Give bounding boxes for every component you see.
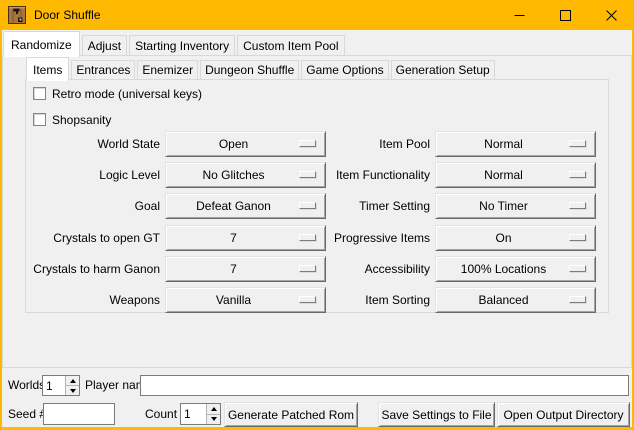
tab-dungeon-shuffle[interactable]: Dungeon Shuffle xyxy=(200,60,299,80)
open-output-directory-button[interactable]: Open Output Directory xyxy=(497,402,630,427)
maximize-button[interactable] xyxy=(542,0,588,30)
player-names-input[interactable] xyxy=(140,375,629,396)
tab-items[interactable]: Items xyxy=(26,57,69,81)
count-spin-up-icon[interactable] xyxy=(207,404,220,414)
item-sorting-label: Item Sorting xyxy=(298,287,430,313)
world-state-label: World State xyxy=(28,131,160,157)
worlds-spin-down-icon[interactable] xyxy=(66,385,79,395)
retro-mode-label: Retro mode (universal keys) xyxy=(52,87,202,101)
count-label: Count xyxy=(145,403,177,425)
tab-custom-item-pool[interactable]: Custom Item Pool xyxy=(237,35,344,56)
minimize-icon xyxy=(514,10,525,21)
item-sorting-dropdown[interactable]: Balanced xyxy=(435,287,596,313)
titlebar[interactable]: Door Shuffle xyxy=(0,0,634,30)
shopsanity-label: Shopsanity xyxy=(52,113,111,127)
tab-game-options[interactable]: Game Options xyxy=(301,60,388,80)
tab-adjust[interactable]: Adjust xyxy=(82,35,127,56)
weapons-label: Weapons xyxy=(28,287,160,313)
worlds-label: Worlds xyxy=(8,375,45,396)
count-spin-down-icon[interactable] xyxy=(207,414,220,425)
dropdown-indicator-icon xyxy=(569,265,586,272)
seed-input[interactable] xyxy=(43,403,115,425)
close-button[interactable] xyxy=(588,0,634,30)
tab-enemizer[interactable]: Enemizer xyxy=(137,60,198,80)
item-functionality-label: Item Functionality xyxy=(298,162,430,188)
worlds-spin-up-icon[interactable] xyxy=(66,376,79,385)
seed-label: Seed # xyxy=(8,403,46,425)
maximize-icon xyxy=(560,10,571,21)
tab-randomize[interactable]: Randomize xyxy=(3,31,80,57)
timer-setting-label: Timer Setting xyxy=(298,193,430,219)
shopsanity-checkbox-row: Shopsanity xyxy=(33,112,111,127)
dropdown-indicator-icon xyxy=(569,296,586,303)
app-icon xyxy=(8,6,26,24)
sub-tab-bar: Items Entrances Enemizer Dungeon Shuffle… xyxy=(26,57,606,80)
item-functionality-dropdown[interactable]: Normal xyxy=(435,162,596,188)
window-border-left xyxy=(0,30,2,430)
item-pool-dropdown[interactable]: Normal xyxy=(435,131,596,157)
item-pool-label: Item Pool xyxy=(298,131,430,157)
goal-label: Goal xyxy=(28,193,160,219)
dropdown-indicator-icon xyxy=(569,234,586,241)
dropdown-indicator-icon xyxy=(569,171,586,178)
accessibility-dropdown[interactable]: 100% Locations xyxy=(435,256,596,282)
generate-patched-rom-button[interactable]: Generate Patched Rom xyxy=(224,402,358,427)
tab-starting-inventory[interactable]: Starting Inventory xyxy=(129,35,235,56)
retro-mode-checkbox-row: Retro mode (universal keys) xyxy=(33,86,202,101)
progressive-items-label: Progressive Items xyxy=(298,225,430,251)
crystals-ganon-label: Crystals to harm Ganon xyxy=(28,256,160,282)
tab-generation-setup[interactable]: Generation Setup xyxy=(391,60,495,80)
shopsanity-checkbox[interactable] xyxy=(33,113,46,126)
tab-entrances[interactable]: Entrances xyxy=(71,60,135,80)
crystals-gt-label: Crystals to open GT xyxy=(28,225,160,251)
worlds-spinbox[interactable]: 1 xyxy=(42,375,80,396)
dropdown-indicator-icon xyxy=(569,140,586,147)
accessibility-label: Accessibility xyxy=(298,256,430,282)
logic-level-label: Logic Level xyxy=(28,162,160,188)
timer-setting-dropdown[interactable]: No Timer xyxy=(435,193,596,219)
close-icon xyxy=(606,10,617,21)
door-shuffle-window: Door Shuffle Randomize Adjust Starting I… xyxy=(0,0,634,430)
count-spinbox[interactable]: 1 xyxy=(180,403,221,425)
minimize-button[interactable] xyxy=(496,0,542,30)
window-title: Door Shuffle xyxy=(34,8,101,22)
progressive-items-dropdown[interactable]: On xyxy=(435,225,596,251)
dropdown-indicator-icon xyxy=(569,202,586,209)
save-settings-button[interactable]: Save Settings to File xyxy=(378,402,495,427)
retro-mode-checkbox[interactable] xyxy=(33,87,46,100)
main-tab-bar: Randomize Adjust Starting Inventory Cust… xyxy=(3,31,623,56)
